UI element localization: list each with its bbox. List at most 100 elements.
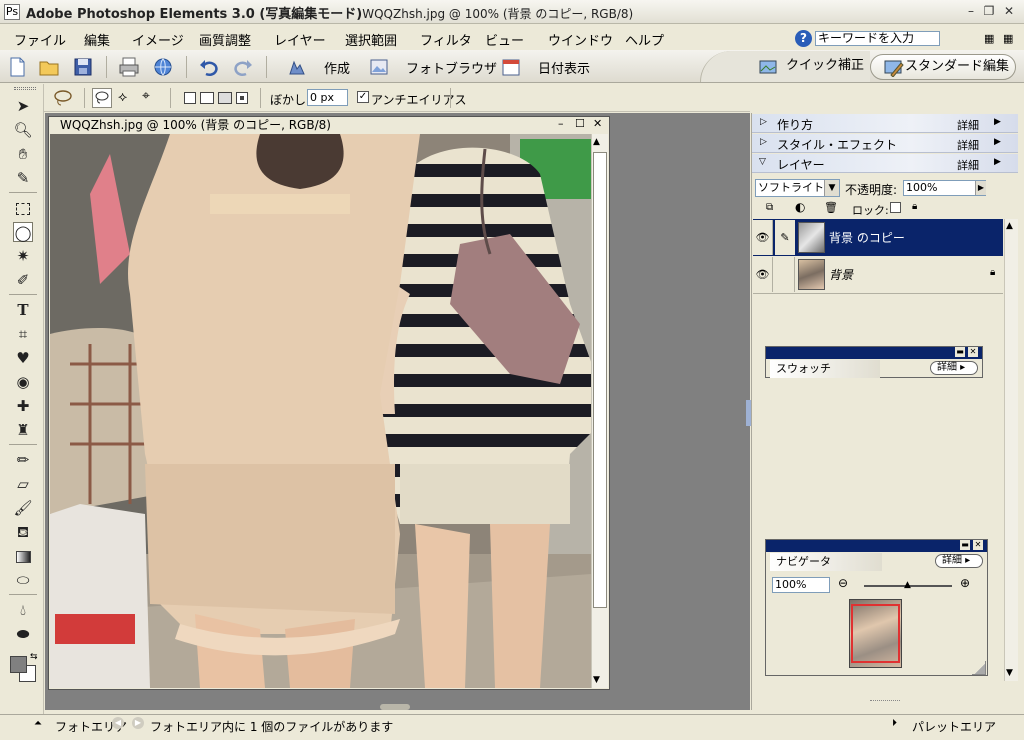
doc-close-button[interactable]: ✕ [593,117,602,130]
undo-icon[interactable] [198,56,220,78]
save-icon[interactable] [72,56,94,78]
new-selection-icon[interactable] [184,92,196,104]
doc-minimize-button[interactable]: – [558,117,564,130]
photo-canvas[interactable] [50,134,591,688]
swatches-minimize-button[interactable]: ▬ [955,347,965,357]
red-eye-tool-icon[interactable]: ◉ [13,372,33,392]
magic-wand-tool-icon[interactable]: ✷ [13,246,33,266]
swatches-title-bar[interactable] [766,347,982,359]
blur-tool-icon[interactable]: 💧︎ [13,600,33,620]
email-share-icon[interactable] [152,56,174,78]
lasso-mode-icon[interactable] [92,88,112,108]
photo-browser-icon[interactable] [368,56,390,78]
scroll-up-arrow-icon[interactable]: ▲ [593,136,600,148]
date-view-button[interactable]: 日付表示 [538,58,590,77]
trash-icon[interactable]: 🗑︎ [824,201,838,214]
swatches-more-button[interactable]: 詳細 ▸ [930,361,978,375]
menu-file[interactable]: ファイル [14,30,66,49]
create-icon[interactable] [286,56,308,78]
lock-icon[interactable]: 🔒︎ [912,201,917,212]
menu-layer[interactable]: レイヤー [274,30,326,49]
clone-stamp-tool-icon[interactable]: ♜ [13,420,33,440]
zoom-slider-thumb[interactable]: ▲ [904,580,911,590]
adjustment-layer-icon[interactable]: ◐ [795,200,805,214]
lasso-tool-preset-icon[interactable] [52,88,74,108]
marquee-tool-icon[interactable] [13,198,33,218]
menu-help[interactable]: ヘルプ [625,30,664,49]
print-icon[interactable] [118,56,140,78]
date-view-icon[interactable] [500,56,522,78]
eraser-tool-icon[interactable]: ▱ [13,474,33,494]
navigator-minimize-button[interactable]: ▬ [960,540,970,550]
foreground-color-swatch[interactable] [10,656,27,673]
scroll-down-arrow-icon[interactable]: ▼ [593,674,600,686]
eye-icon[interactable]: 👁︎ [753,220,773,255]
zoom-out-icon[interactable]: ⊖ [838,576,848,590]
swatches-close-button[interactable]: ✕ [968,347,978,357]
move-tool-icon[interactable]: ➤ [13,96,33,116]
crop-tool-icon[interactable]: ⌗ [13,324,33,344]
swap-colors-icon[interactable]: ⇆ [30,652,38,662]
type-tool-icon[interactable]: T [13,300,33,320]
menu-window[interactable]: ウインドウ [548,30,613,49]
opacity-arrow-icon[interactable]: ▶ [975,181,986,195]
redo-icon[interactable] [232,56,254,78]
navigator-view-box[interactable] [851,604,900,663]
eye-icon[interactable]: 👁︎ [753,257,773,292]
photo-bin-up-icon[interactable]: ⏶ [34,718,42,729]
zoom-in-icon[interactable]: ⊕ [960,576,970,590]
palette-bin-grip[interactable] [870,700,900,703]
scroll-up-arrow-icon[interactable]: ▲ [1006,221,1013,231]
doc-maximize-button[interactable]: ☐ [575,117,585,130]
scroll-down-arrow-icon[interactable]: ▼ [1006,668,1013,678]
eyedropper-tool-icon[interactable]: ✎ [13,168,33,188]
hand-tool-icon[interactable]: ✋︎ [13,144,33,164]
magnetic-lasso-icon[interactable]: ⌖ [142,88,150,104]
layers-more-button[interactable]: 詳細 [957,157,979,173]
menu-filter[interactable]: フィルタ [420,30,472,49]
menu-edit[interactable]: 編集 [84,30,110,49]
new-layer-icon[interactable]: ⧉ [766,202,773,213]
next-photo-icon[interactable]: ▶ [132,717,144,729]
app-icon[interactable]: Ps [4,4,20,20]
antialias-checkbox[interactable]: ✓ [357,91,369,103]
navigator-tab[interactable]: ナビゲータ [770,553,882,571]
restore-button[interactable]: ❐ [980,3,998,20]
open-folder-icon[interactable] [38,56,60,78]
lasso-tool-icon[interactable]: ◯ [13,222,33,242]
menu-enhance[interactable]: 画質調整 [199,30,251,49]
document-scroll-thumb[interactable] [593,152,607,608]
opacity-input[interactable]: 100% [903,180,986,196]
gradient-tool-icon[interactable] [13,546,33,566]
healing-brush-tool-icon[interactable]: ✚ [13,396,33,416]
layers-scrollbar[interactable] [1004,219,1018,681]
create-button[interactable]: 作成 [324,58,350,77]
help-icon[interactable]: ? [795,30,812,47]
pencil-tool-icon[interactable]: ✏ [13,450,33,470]
palette-bin-toggle-icon[interactable]: ⏵ [892,718,897,729]
resize-grip-icon[interactable] [972,661,986,675]
minimize-button[interactable]: – [962,3,980,20]
how-to-more-button[interactable]: 詳細 [957,117,979,133]
menu-image[interactable]: イメージ [132,30,184,49]
navigator-zoom-input[interactable]: 100% [772,577,830,593]
selection-brush-tool-icon[interactable]: ✐ [13,270,33,290]
brush-tool-icon[interactable]: 🖌︎ [13,498,33,518]
navigator-more-button[interactable]: 詳細 ▸ [935,554,983,568]
cookie-cutter-tool-icon[interactable]: ♥ [13,348,33,368]
intersect-selection-icon[interactable] [236,92,248,104]
window-tile-icon[interactable]: ▦ [1003,32,1013,45]
brush-link-icon[interactable]: ✎ [775,220,795,255]
paint-bucket-tool-icon[interactable]: ⛾ [13,522,33,542]
menu-select[interactable]: 選択範囲 [345,30,397,49]
photo-browser-button[interactable]: フォトブラウザ [406,58,497,77]
add-selection-icon[interactable] [200,92,214,104]
subtract-selection-icon[interactable] [218,92,232,104]
previous-photo-icon[interactable]: ◀ [112,717,124,729]
zoom-tool-icon[interactable]: 🔍︎ [13,120,33,140]
menu-view[interactable]: ビュー [485,30,524,49]
navigator-close-button[interactable]: ✕ [973,540,983,550]
keyword-search-input[interactable]: キーワードを入力 [815,31,940,46]
new-file-icon[interactable] [6,56,28,78]
navigator-title-bar[interactable] [766,540,987,552]
